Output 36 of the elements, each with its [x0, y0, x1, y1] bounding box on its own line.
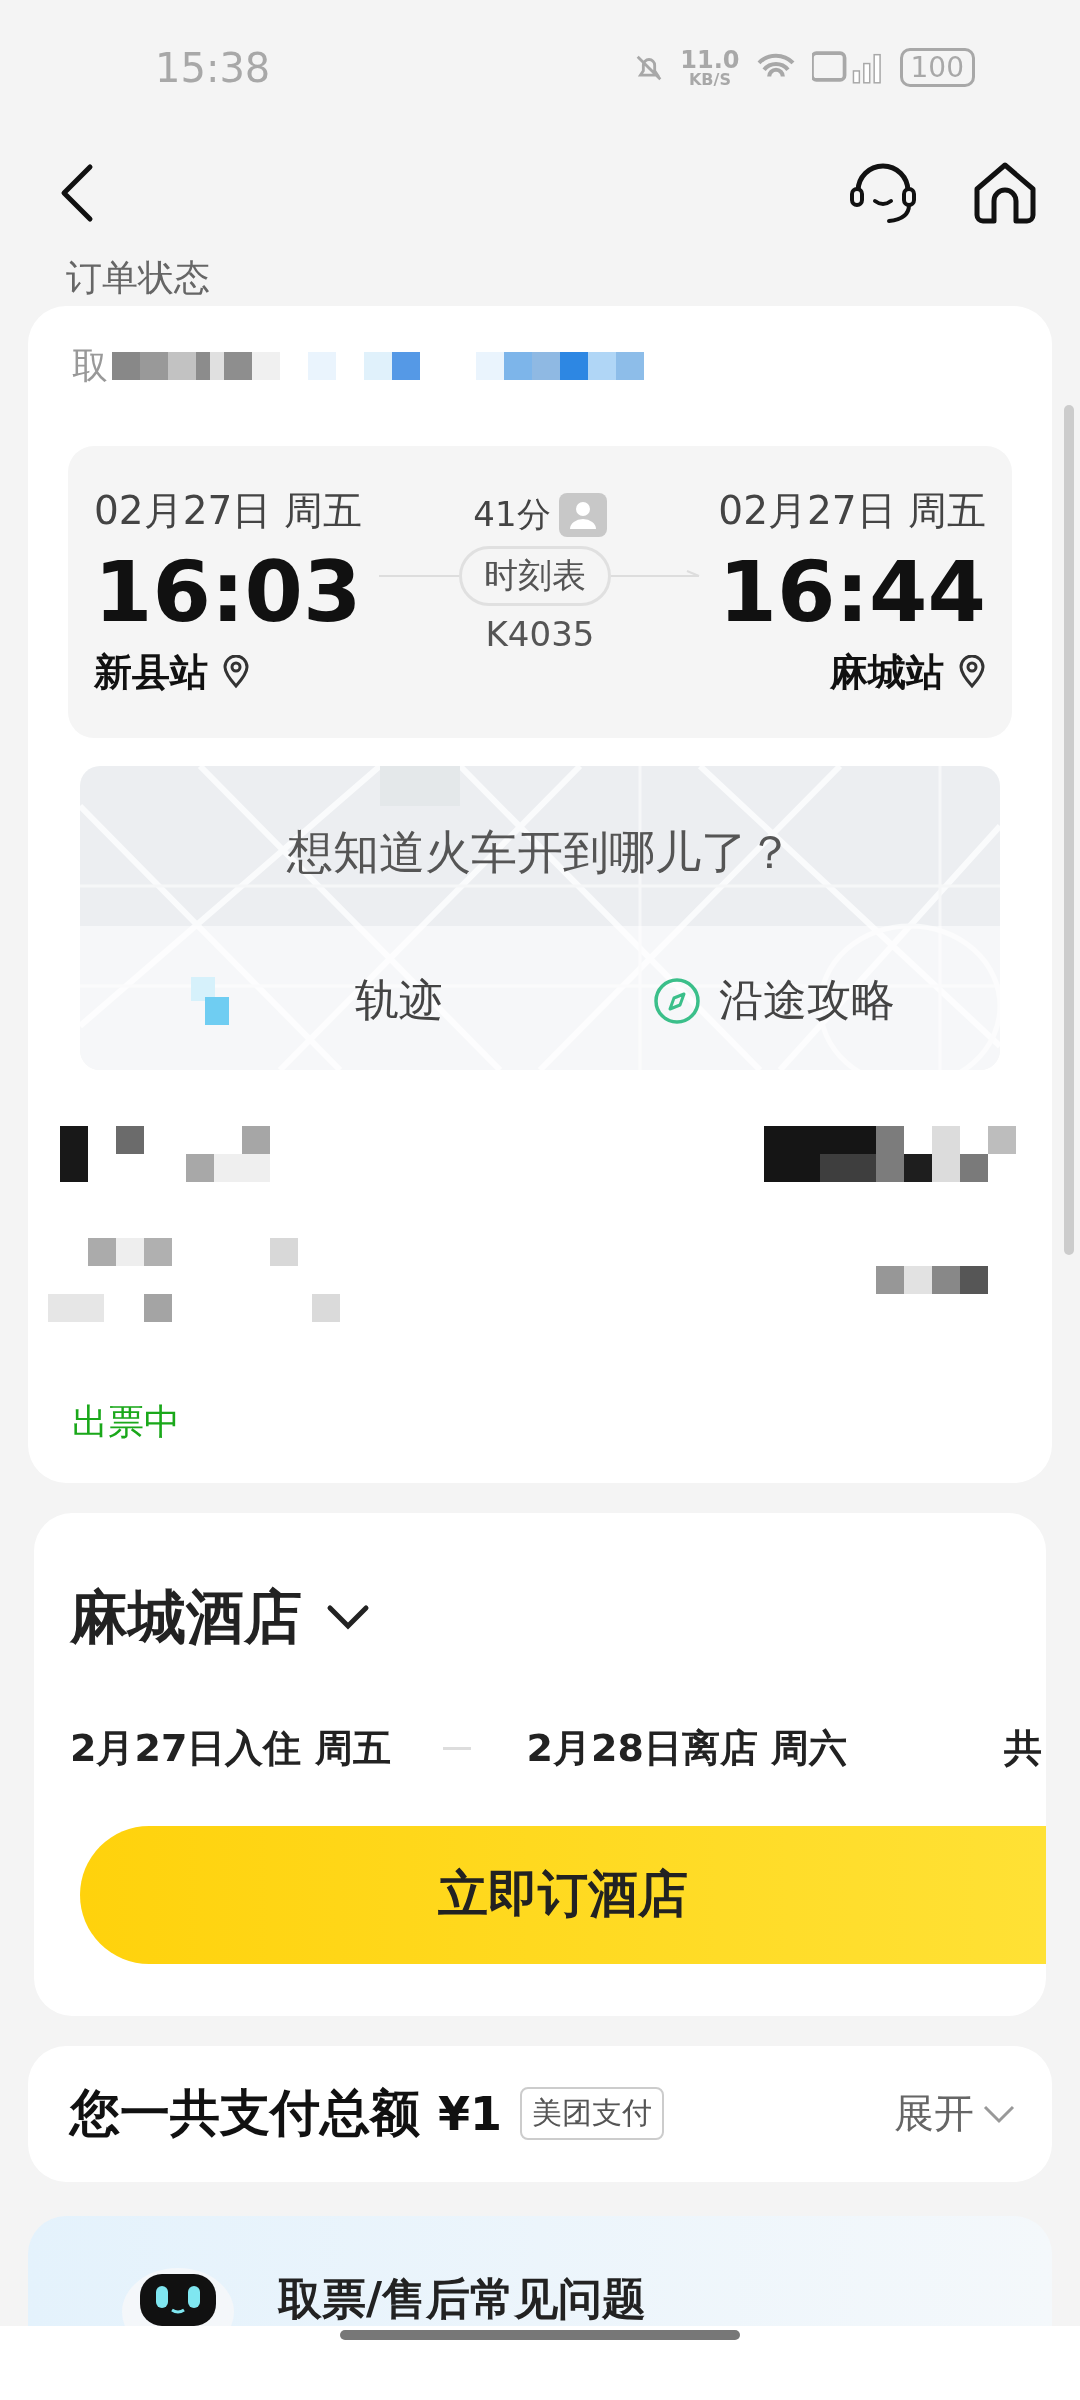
passenger-icon	[558, 493, 607, 537]
payment-total-label: 您一共支付总额	[70, 2083, 420, 2145]
home-indicator[interactable]	[340, 2329, 740, 2340]
battery-indicator: 100	[899, 48, 975, 87]
network-speed: 11.0 KB/S	[680, 47, 740, 88]
compass-icon	[653, 976, 701, 1025]
map-action-link[interactable]: 沿途攻略	[653, 971, 895, 1031]
faq-title: 取票/售后常见问题	[278, 2275, 647, 2326]
status-time: 15:38	[155, 44, 271, 91]
arrival-station[interactable]: 麻城站	[830, 646, 944, 698]
faq-card[interactable]: 取票/售后常见问题	[28, 2215, 1052, 2326]
check-in-date[interactable]: 2月27日入住 周五	[70, 1722, 391, 1774]
location-pin-icon[interactable]	[958, 655, 986, 690]
location-pin-icon[interactable]	[222, 655, 250, 690]
departure-date: 02月27日 周五	[94, 487, 362, 535]
book-hotel-button[interactable]: 立即订酒店	[80, 1825, 1046, 1964]
departure-time: 16:03	[94, 544, 362, 641]
departure-station[interactable]: 新县站	[94, 646, 208, 698]
train-number: K4035	[485, 614, 595, 654]
payment-amount: ¥1	[438, 2086, 502, 2141]
map-action-link[interactable]: 轨迹	[185, 971, 443, 1031]
home-icon[interactable]	[972, 160, 1038, 225]
chevron-down-icon[interactable]	[326, 1603, 370, 1632]
section-title: 订单状态	[65, 256, 211, 300]
travel-duration: 41分	[473, 493, 551, 536]
hotel-city-title[interactable]: 麻城酒店	[70, 1578, 302, 1657]
pickup-label: 取	[72, 346, 108, 386]
nights-label: 共	[1004, 1724, 1043, 1772]
expand-button[interactable]: 展开	[888, 2085, 1022, 2143]
arrival-date: 02月27日 周五	[718, 487, 986, 535]
map-prompt: 想知道火车开到哪儿了？	[287, 823, 793, 881]
arrival-time: 16:44	[718, 544, 986, 641]
payment-method-tag: 美团支付	[520, 2087, 664, 2141]
check-out-date[interactable]: 2月28日离店 周六	[526, 1722, 848, 1774]
ticket-status: 出票中	[71, 1399, 181, 1444]
timetable-button[interactable]: 时刻表	[459, 546, 611, 606]
